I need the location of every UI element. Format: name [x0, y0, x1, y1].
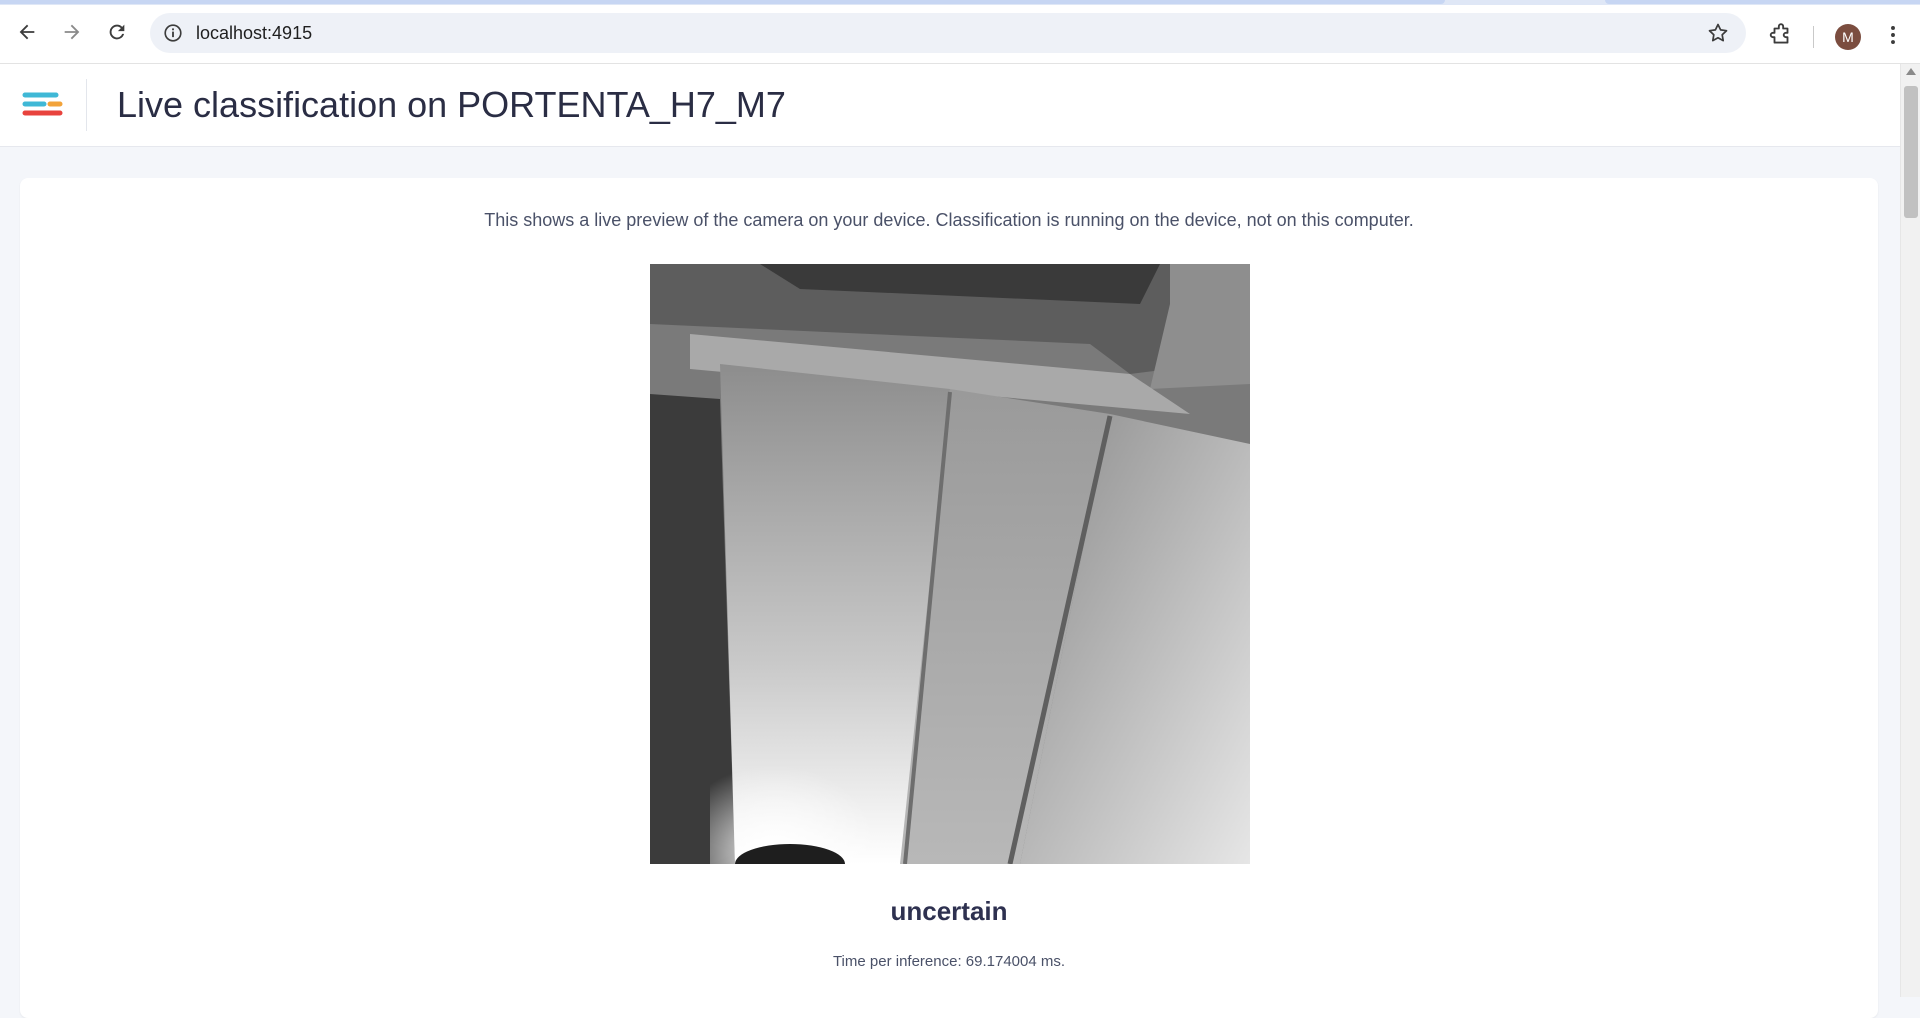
browser-toolbar: localhost:4915 M	[0, 5, 1920, 64]
info-icon[interactable]	[162, 22, 184, 44]
forward-icon[interactable]	[57, 17, 87, 47]
classification-result: uncertain	[890, 896, 1008, 926]
url-text[interactable]: localhost:4915	[196, 23, 312, 44]
intro-text: This shows a live preview of the camera …	[484, 210, 1414, 230]
live-classification-card: This shows a live preview of the camera …	[20, 178, 1878, 1018]
reload-icon[interactable]	[102, 17, 132, 47]
address-bar[interactable]: localhost:4915	[150, 13, 1746, 53]
star-icon[interactable]	[1706, 21, 1730, 45]
edge-impulse-logo[interactable]	[22, 89, 64, 121]
profile-initial: M	[1842, 29, 1854, 45]
scroll-up-icon[interactable]	[1906, 68, 1916, 75]
back-icon[interactable]	[12, 17, 42, 47]
menu-icon[interactable]	[1880, 22, 1906, 48]
scroll-thumb[interactable]	[1904, 86, 1918, 218]
inference-time: Time per inference: 69.174004 ms.	[832, 953, 1066, 970]
app-header: Live classification on PORTENTA_H7_M7	[0, 64, 1900, 147]
tab-strip-left	[0, 0, 1445, 4]
tab-strip-right	[1605, 0, 1920, 4]
extensions-icon[interactable]	[1768, 22, 1794, 48]
page-scrollbar[interactable]	[1900, 64, 1920, 997]
header-divider	[86, 79, 87, 131]
profile-avatar[interactable]: M	[1835, 24, 1861, 50]
toolbar-separator	[1813, 26, 1814, 48]
page-title: Live classification on PORTENTA_H7_M7	[117, 84, 786, 125]
camera-preview-image	[650, 264, 1250, 864]
